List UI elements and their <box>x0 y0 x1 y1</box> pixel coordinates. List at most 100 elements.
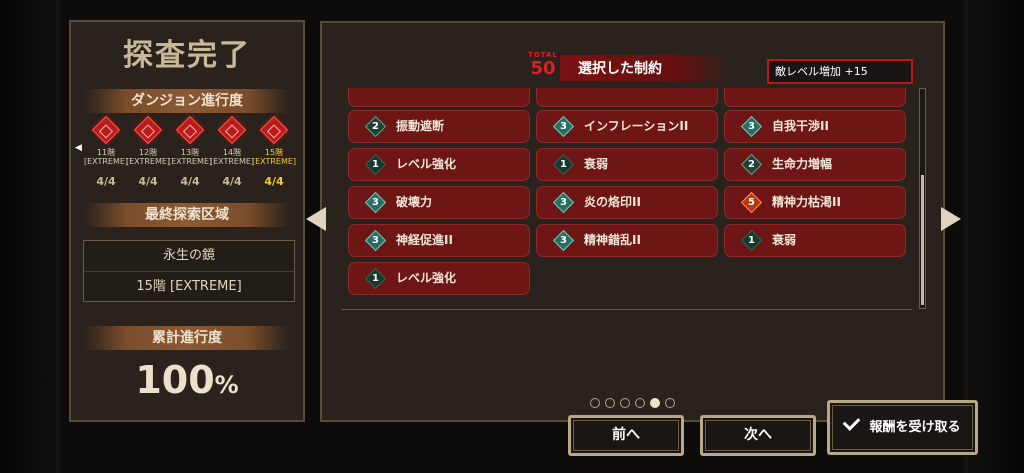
constraint-level: 3 <box>560 197 567 208</box>
floor-difficulty: [EXTREME] <box>83 157 129 166</box>
page-dot <box>635 398 645 408</box>
check-icon <box>843 413 861 431</box>
constraint-level: 3 <box>372 235 379 246</box>
constraint-label: 精神錯乱II <box>584 233 641 247</box>
scroll-thumb[interactable] <box>921 175 924 305</box>
constraint-label: 振動遮断 <box>396 119 445 133</box>
constraint-level-icon: 3 <box>364 191 387 214</box>
page-dot <box>665 398 675 408</box>
constraint-label: 炎の烙印II <box>584 195 641 209</box>
constraint-label: 生命力増幅 <box>772 157 833 171</box>
constraint-label: 破壊力 <box>396 195 433 209</box>
receive-reward-label: 報酬を受け取る <box>869 420 961 435</box>
floor-clear-icon <box>91 115 121 145</box>
floor-item: 14階 [EXTREME] 4/4 <box>209 115 255 188</box>
cumulative-number: 100 <box>135 358 215 402</box>
constraint-level-icon: 3 <box>552 115 575 138</box>
floor-count: 4/4 <box>222 175 242 188</box>
dungeon-progress-banner: ダンジョン進行度 <box>85 89 289 113</box>
floor-number: 14階 <box>222 148 242 157</box>
cumulative-progress-value: 100% <box>71 358 303 402</box>
constraint-tooltip: 敵レベル増加 +15 <box>767 59 913 84</box>
constraint-level-icon: 1 <box>552 153 575 176</box>
constraint-cell[interactable]: 3 インフレーションII <box>536 110 718 143</box>
constraint-label: 神経促進II <box>396 233 453 247</box>
constraint-cell[interactable]: 3 自我干渉II <box>724 110 906 143</box>
constraint-cell[interactable]: 5 精神力枯渇II <box>724 186 906 219</box>
last-area-box: 永生の鏡 15階 [EXTREME] <box>83 240 295 302</box>
page-dot <box>605 398 615 408</box>
constraint-cell[interactable]: 1 衰弱 <box>536 148 718 181</box>
floor-item: 12階 [EXTREME] 4/4 <box>125 115 171 188</box>
constraint-level: 1 <box>372 159 379 170</box>
receive-reward-button[interactable]: 報酬を受け取る <box>827 400 978 455</box>
selected-constraints-title: 選択した制約 <box>578 61 662 77</box>
constraint-cell[interactable]: 2 生命力増幅 <box>724 148 906 181</box>
constraint-grid[interactable]: 2 振動遮断 3 インフレーションII 3 自我干渉II 1 レベル強化 1 衰弱 2 生命力増幅 3 破… <box>341 88 912 310</box>
constraint-level: 2 <box>372 121 379 132</box>
floor-clear-icon <box>133 115 163 145</box>
constraint-level-icon: 2 <box>364 115 387 138</box>
constraint-cell[interactable]: 3 精神錯乱II <box>536 224 718 257</box>
constraint-cell[interactable]: 3 神経促進II <box>348 224 530 257</box>
page-dot <box>620 398 630 408</box>
floor-clear-icon <box>175 115 205 145</box>
next-button[interactable]: 次へ <box>700 415 816 456</box>
constraint-level-icon: 3 <box>740 115 763 138</box>
constraint-level: 1 <box>748 235 755 246</box>
floor-difficulty: [EXTREME] <box>251 157 297 166</box>
constraint-label: レベル強化 <box>396 271 457 285</box>
floor-number: 15階 <box>264 148 284 157</box>
constraint-level: 5 <box>748 197 755 208</box>
constraint-level: 1 <box>372 273 379 284</box>
constraint-level: 1 <box>560 159 567 170</box>
floor-clear-icon <box>217 115 247 145</box>
constraint-cell[interactable]: 1 レベル強化 <box>348 148 530 181</box>
constraint-label: レベル強化 <box>396 157 457 171</box>
floor-difficulty: [EXTREME] <box>209 157 255 166</box>
prev-button[interactable]: 前へ <box>568 415 684 456</box>
constraint-level: 3 <box>748 121 755 132</box>
area-floor: 15階 [EXTREME] <box>136 279 242 294</box>
page-left-arrow-icon[interactable] <box>306 207 326 231</box>
constraint-level-icon: 1 <box>364 267 387 290</box>
constraint-cell-partial <box>724 88 906 107</box>
floor-number: 13階 <box>180 148 200 157</box>
frame-left-edge <box>0 0 60 473</box>
constraint-level-icon: 3 <box>364 229 387 252</box>
floor-item: 13階 [EXTREME] 4/4 <box>167 115 213 188</box>
area-name: 永生の鏡 <box>84 241 294 272</box>
floor-item-current: 15階 [EXTREME] 4/4 <box>251 115 297 188</box>
constraint-level-icon: 3 <box>552 191 575 214</box>
constraint-label: 自我干渉II <box>772 119 829 133</box>
constraint-cell[interactable]: 3 炎の烙印II <box>536 186 718 219</box>
constraint-label: 衰弱 <box>772 233 797 247</box>
floor-number: 12階 <box>138 148 158 157</box>
floor-difficulty: [EXTREME] <box>125 157 171 166</box>
constraint-cell-partial <box>536 88 718 107</box>
page-right-arrow-icon[interactable] <box>941 207 961 231</box>
summary-panel: 探査完了 ダンジョン進行度 ◀ 11階 [EXTREME] 4/4 12階 [E… <box>69 20 305 422</box>
constraint-label: インフレーションII <box>584 119 689 133</box>
total-badge: TOTAL 50 <box>528 51 558 81</box>
constraint-level-icon: 1 <box>740 229 763 252</box>
last-area-banner: 最終探索区域 <box>85 203 289 227</box>
floor-count: 4/4 <box>264 175 284 188</box>
constraint-cell[interactable]: 1 レベル強化 <box>348 262 530 295</box>
floor-progress-list: ◀ 11階 [EXTREME] 4/4 12階 [EXTREME] 4/4 13… <box>75 115 297 197</box>
constraint-level-icon: 2 <box>740 153 763 176</box>
constraint-cell[interactable]: 3 破壊力 <box>348 186 530 219</box>
constraint-cell[interactable]: 1 衰弱 <box>724 224 906 257</box>
floor-count: 4/4 <box>138 175 158 188</box>
total-value: 50 <box>530 58 556 79</box>
constraint-scrollbar[interactable] <box>919 88 926 309</box>
floor-number: 11階 <box>96 148 116 157</box>
cumulative-progress-banner: 累計進行度 <box>85 326 289 350</box>
constraint-level: 3 <box>560 121 567 132</box>
constraint-cell[interactable]: 2 振動遮断 <box>348 110 530 143</box>
constraint-level: 2 <box>748 159 755 170</box>
constraint-level: 3 <box>560 235 567 246</box>
current-pointer-icon: ◀ <box>75 143 82 153</box>
constraint-level: 3 <box>372 197 379 208</box>
floor-count: 4/4 <box>180 175 200 188</box>
